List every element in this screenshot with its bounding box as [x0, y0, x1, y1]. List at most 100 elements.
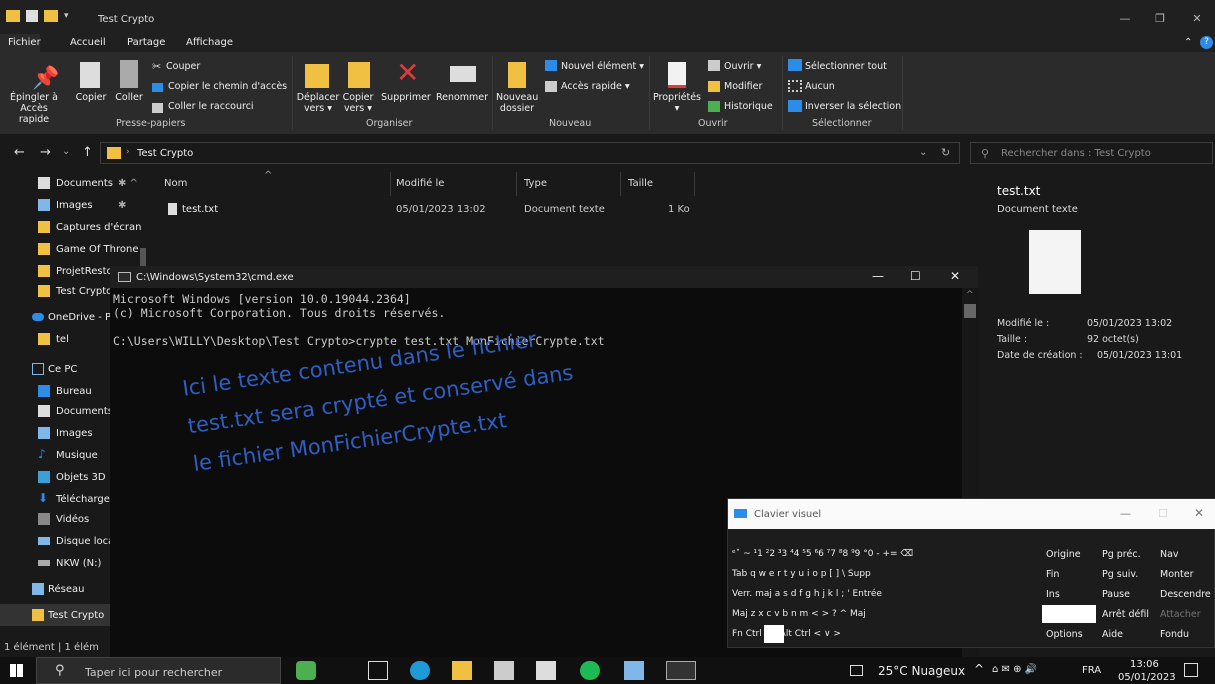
osk-blank-key[interactable]	[1042, 605, 1096, 623]
task-view-icon[interactable]	[368, 661, 388, 680]
windows-start-icon[interactable]	[10, 664, 23, 677]
sidebar-item-images-pinned[interactable]: Images ✱	[0, 194, 148, 216]
taskbar-search-input[interactable]: ⚲ Taper ici pour rechercher	[36, 657, 281, 684]
up-arrow-icon[interactable]: ↑	[82, 145, 93, 160]
close-button[interactable]: ✕	[1182, 12, 1212, 25]
maximize-button[interactable]: ❐	[1145, 12, 1175, 25]
cmd-taskbar-icon[interactable]	[666, 661, 696, 680]
rename-button[interactable]: Renommer	[434, 92, 490, 103]
spotify-icon[interactable]	[580, 661, 600, 680]
osk-key-origine[interactable]: Origine	[1046, 549, 1081, 560]
cmd-maximize-button[interactable]: ☐	[910, 269, 921, 283]
edit-button[interactable]: Modifier	[724, 81, 762, 92]
breadcrumb-test-crypto[interactable]: Test Crypto	[137, 148, 193, 159]
delete-button[interactable]: Supprimer	[378, 92, 434, 103]
search-input[interactable]: ⚲ Rechercher dans : Test Crypto	[970, 142, 1213, 164]
osk-close-button[interactable]: ✕	[1194, 506, 1204, 520]
tray-icons[interactable]: ⌂ ✉ ⊕ 🔊	[992, 664, 1037, 675]
pin-quick-access-button[interactable]: Épingler à Accès rapide	[4, 92, 64, 125]
edge-icon[interactable]	[410, 661, 430, 680]
scroll-thumb[interactable]	[964, 304, 976, 318]
invert-selection-button[interactable]: Inverser la sélection	[805, 101, 901, 112]
osk-key-fin[interactable]: Fin	[1046, 569, 1059, 580]
osk-key-pause[interactable]: Pause	[1102, 589, 1130, 600]
paste-shortcut-button[interactable]: Coller le raccourci	[168, 101, 254, 112]
osk-row-qwerty[interactable]: Tab q w e r t y u i o p [ ] \ Supp	[732, 569, 871, 579]
recent-locations-icon[interactable]: ⌄	[62, 146, 70, 157]
move-to-button[interactable]: Déplacer vers ▾	[296, 92, 340, 114]
address-input[interactable]: › Test Crypto ⌄ ↻	[100, 142, 960, 164]
select-all-button[interactable]: Sélectionner tout	[805, 61, 887, 72]
copy-button[interactable]: Copier	[74, 92, 108, 103]
help-icon[interactable]: ?	[1200, 36, 1213, 49]
sidebar-item-captures[interactable]: Captures d'écran	[0, 216, 148, 238]
store-icon[interactable]	[536, 661, 556, 680]
clock-time[interactable]: 13:06	[1130, 659, 1159, 670]
clock-date[interactable]: 05/01/2023	[1118, 672, 1176, 683]
notification-icon[interactable]	[1184, 663, 1198, 677]
osk-ctrl-key-highlight[interactable]	[764, 625, 784, 643]
weather-text[interactable]: 25°C Nuageux	[878, 664, 965, 678]
osk-key-pg-prec[interactable]: Pg préc.	[1102, 549, 1141, 560]
paste-button[interactable]: Coller	[114, 92, 144, 103]
sidebar-item-documents-pinned[interactable]: Documents ✱ ^	[0, 172, 148, 194]
osk-key-aide[interactable]: Aide	[1102, 629, 1123, 640]
back-arrow-icon[interactable]: ←	[14, 145, 25, 160]
open-button[interactable]: Ouvrir ▾	[724, 61, 761, 72]
copy-to-button[interactable]: Copier vers ▾	[340, 92, 376, 114]
table-row[interactable]: test.txt 05/01/2023 13:02 Document texte…	[150, 200, 700, 218]
osk-key-ins[interactable]: Ins	[1046, 589, 1060, 600]
osk-key-monter[interactable]: Monter	[1160, 569, 1194, 580]
new-folder-quick-icon[interactable]	[44, 10, 58, 22]
properties-button[interactable]: Propriétés ▾	[652, 92, 702, 114]
osk-key-fondu[interactable]: Fondu	[1160, 629, 1189, 640]
osk-row-home[interactable]: Verr. maj a s d f g h j k l ; ' Entrée	[732, 589, 882, 599]
cmd-close-button[interactable]: ✕	[950, 269, 960, 283]
tab-fichier[interactable]: Fichier	[0, 34, 41, 52]
column-separator[interactable]	[516, 172, 517, 196]
mail-icon[interactable]	[494, 661, 514, 680]
osk-row-shift[interactable]: Maj z x c v b n m < > ? ^ Maj	[732, 609, 866, 619]
customize-quick-access-icon[interactable]: ▾	[64, 11, 69, 21]
app-icon[interactable]	[624, 661, 644, 680]
osk-minimize-button[interactable]: —	[1120, 507, 1131, 520]
address-dropdown-icon[interactable]: ⌄	[919, 147, 927, 158]
widget-weather-app-icon[interactable]	[296, 661, 316, 680]
language-indicator[interactable]: FRA	[1082, 665, 1101, 676]
new-item-button[interactable]: Nouvel élément ▾	[561, 61, 644, 72]
select-none-button[interactable]: Aucun	[805, 81, 835, 92]
osk-row-numbers[interactable]: ᵉ˟ ~ ¹1 ²2 ³3 ⁴4 ⁵5 ⁶6 ⁷7 ⁸8 ⁹9 °0 - += …	[732, 549, 913, 559]
osk-key-arret-defil[interactable]: Arrêt défil	[1102, 609, 1149, 620]
osk-row-bottom[interactable]: Fn Ctrl Alt Alt Ctrl < ∨ >	[732, 629, 841, 639]
column-header-taille[interactable]: Taille	[628, 178, 653, 189]
column-header-modifie[interactable]: Modifié le	[396, 178, 444, 189]
chevron-up-icon[interactable]: ⌃	[1184, 37, 1192, 48]
file-explorer-icon[interactable]	[452, 661, 472, 680]
new-folder-button[interactable]: Nouveau dossier	[496, 92, 538, 114]
osk-key-nav[interactable]: Nav	[1160, 549, 1179, 560]
history-button[interactable]: Historique	[724, 101, 773, 112]
properties-quick-icon[interactable]	[26, 10, 38, 22]
easy-access-button[interactable]: Accès rapide ▾	[561, 81, 630, 92]
forward-arrow-icon[interactable]: →	[40, 145, 51, 160]
tab-affichage[interactable]: Affichage	[186, 37, 233, 48]
refresh-icon[interactable]: ↻	[941, 146, 950, 159]
copy-path-button[interactable]: Copier le chemin d'accès	[168, 81, 287, 92]
osk-maximize-button[interactable]: ☐	[1158, 507, 1168, 520]
scroll-up-icon[interactable]: ^	[966, 290, 974, 300]
news-icon[interactable]	[850, 665, 863, 676]
cut-button[interactable]: Couper	[166, 61, 200, 72]
column-separator[interactable]	[694, 172, 695, 196]
osk-key-descendre[interactable]: Descendre	[1160, 589, 1211, 600]
column-header-nom[interactable]: Nom	[164, 178, 187, 189]
osk-key-attacher[interactable]: Attacher	[1160, 609, 1201, 620]
column-separator[interactable]	[620, 172, 621, 196]
tab-partage[interactable]: Partage	[127, 37, 165, 48]
column-separator[interactable]	[390, 172, 391, 196]
tab-accueil[interactable]: Accueil	[70, 37, 106, 48]
sidebar-item-game-of-throne[interactable]: Game Of Throne	[0, 238, 148, 260]
osk-key-pg-suiv[interactable]: Pg suiv.	[1102, 569, 1138, 580]
minimize-button[interactable]: —	[1110, 12, 1140, 25]
tray-chevron-up-icon[interactable]: ^	[974, 662, 984, 676]
osk-key-options[interactable]: Options	[1046, 629, 1083, 640]
